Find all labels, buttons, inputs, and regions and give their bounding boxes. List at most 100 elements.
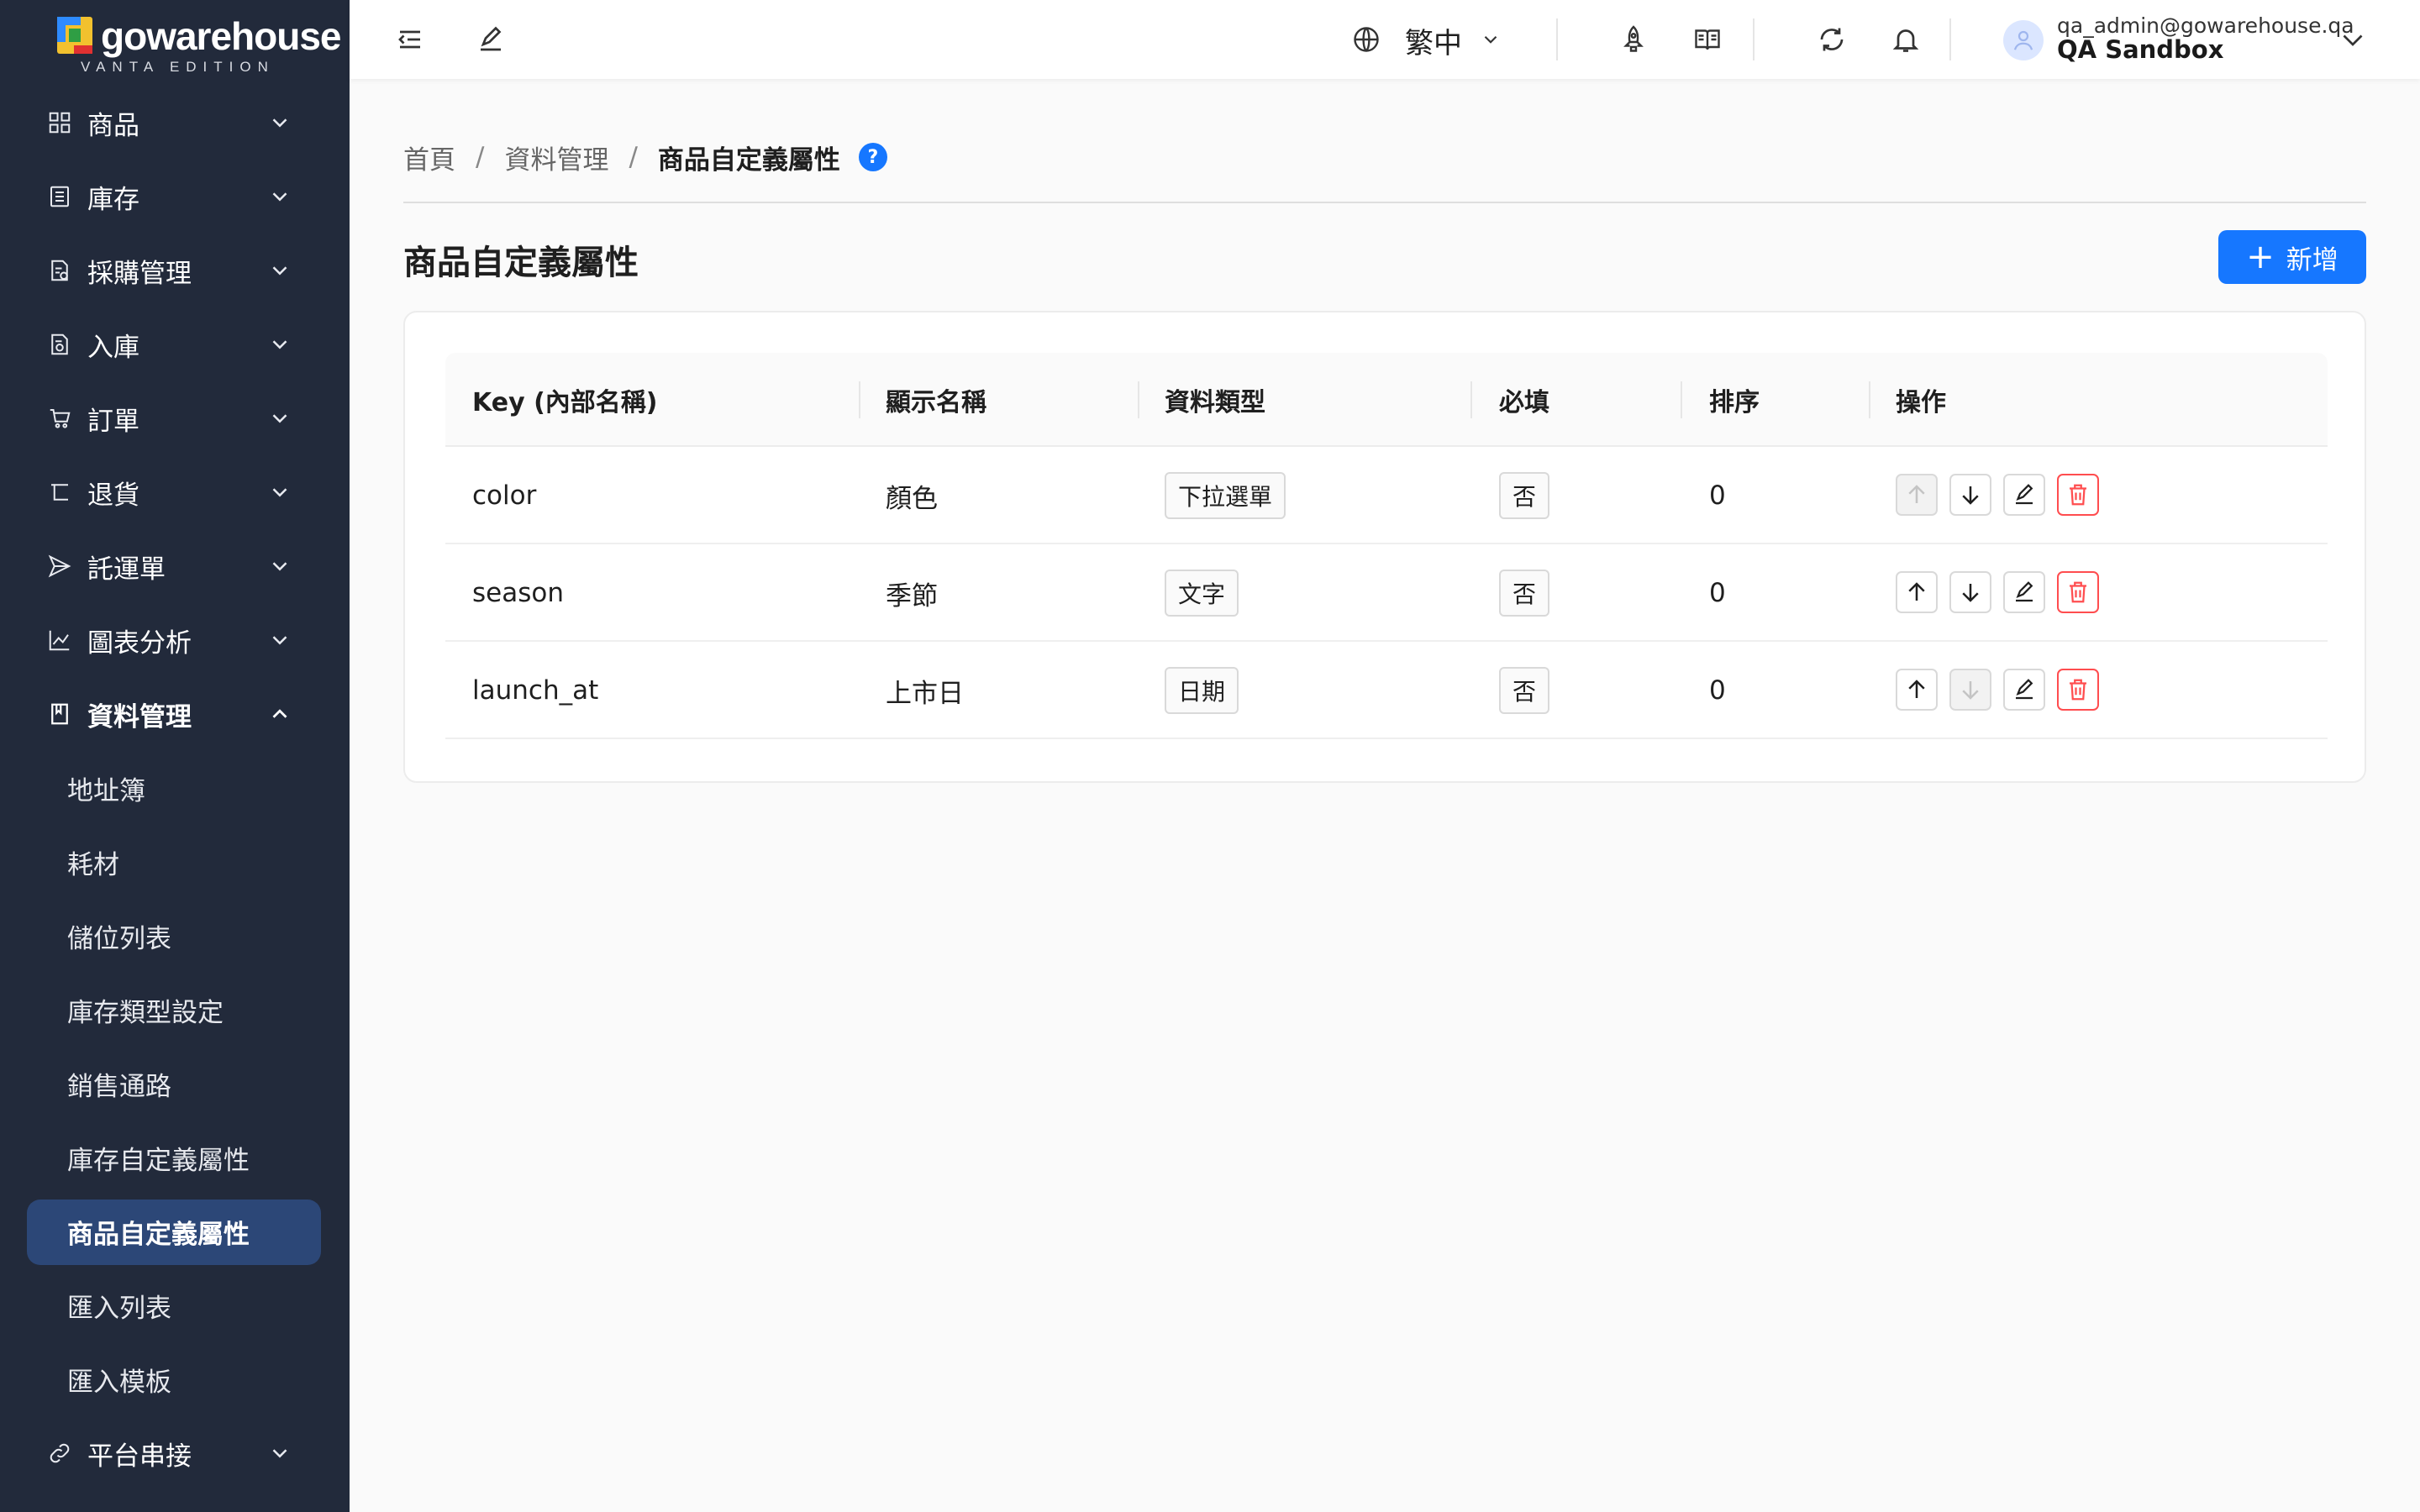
breadcrumb-separator: /: [476, 142, 485, 172]
edit-button[interactable]: [2003, 474, 2045, 516]
sidebar-item-integrations[interactable]: 平台串接: [0, 1416, 350, 1490]
sidebar-item-inventory[interactable]: 庫存: [0, 160, 350, 234]
language-selector[interactable]: 繁中: [1405, 20, 1462, 61]
column-header-required: 必填: [1499, 388, 1549, 417]
sidebar-item-products[interactable]: 商品: [0, 86, 350, 160]
delete-button[interactable]: [2057, 571, 2099, 613]
edit-button[interactable]: [2003, 669, 2045, 711]
row-actions: [1896, 474, 2111, 516]
edit-icon: [2016, 581, 2033, 602]
user-email: qa_admin@gowarehouse.qa: [2057, 13, 2354, 38]
breadcrumb-separator: /: [629, 142, 638, 172]
move-up-button[interactable]: [1896, 571, 1938, 613]
arrow-up-icon: [1908, 485, 1925, 503]
arrow-down-icon: [1962, 584, 1979, 602]
sidebar-sub-inventory-attributes[interactable]: 庫存自定義屬性: [0, 1121, 350, 1194]
table-row: color 顏色 下拉選單 否 0: [445, 447, 2328, 544]
chevron-down-icon: [272, 562, 287, 571]
sidebar-sub-label: 匯入列表: [67, 1293, 171, 1324]
sidebar-item-purchase[interactable]: 採購管理: [0, 234, 350, 307]
user-icon: [2013, 30, 2033, 50]
send-icon: [47, 554, 72, 579]
sidebar-item-inbound[interactable]: 入庫: [0, 307, 350, 381]
move-down-button[interactable]: [1949, 571, 1991, 613]
sidebar-sub-import-templates[interactable]: 匯入模板: [0, 1342, 350, 1416]
sidebar-sub-import-list[interactable]: 匯入列表: [0, 1268, 350, 1342]
sidebar-sub-sales-channels[interactable]: 銷售通路: [0, 1047, 350, 1121]
move-up-button[interactable]: [1896, 669, 1938, 711]
sidebar-item-label: 平台串接: [87, 1441, 192, 1472]
return-icon: [47, 480, 72, 505]
move-down-button[interactable]: [1949, 669, 1991, 711]
sidebar-sub-label: 儲位列表: [67, 923, 171, 954]
sidebar-sub-inventory-types[interactable]: 庫存類型設定: [0, 973, 350, 1047]
sidebar-item-orders[interactable]: 訂單: [0, 381, 350, 455]
column-divider: [1869, 381, 1870, 418]
cell-display-name: 季節: [886, 580, 938, 612]
page-title: 商品自定義屬性: [403, 244, 639, 282]
sidebar-sub-address-book[interactable]: 地址簿: [0, 751, 350, 825]
sidebar-sub-label: 庫存自定義屬性: [67, 1145, 250, 1176]
breadcrumb-home[interactable]: 首頁: [403, 139, 455, 176]
attributes-card: Key (內部名稱) 顯示名稱 資料類型 必填 排序 操作 color 顏色 下…: [403, 311, 2366, 783]
refresh-icon[interactable]: [1815, 23, 1849, 56]
app-root: gowarehouse VANTA EDITION 商品 庫存 採購管理 入庫 …: [0, 0, 2420, 1512]
divider: [403, 202, 2366, 203]
data-type-tag: 日期: [1165, 667, 1239, 714]
sidebar-item-label: 圖表分析: [87, 627, 192, 659]
sidebar-item-label: 商品: [87, 110, 139, 141]
column-divider: [859, 381, 860, 418]
sidebar-item-returns[interactable]: 退貨: [0, 455, 350, 529]
brand-logo[interactable]: gowarehouse VANTA EDITION: [57, 14, 342, 75]
chart-icon: [47, 627, 72, 653]
delete-button[interactable]: [2057, 669, 2099, 711]
arrow-down-icon: [1962, 486, 1979, 505]
sidebar-sub-label: 商品自定義屬性: [67, 1219, 250, 1250]
chevron-down-icon: [272, 1449, 287, 1458]
delete-button[interactable]: [2057, 474, 2099, 516]
column-header-data-type: 資料類型: [1165, 388, 1265, 417]
sidebar-sub-label: 地址簿: [67, 775, 145, 806]
chevron-down-icon[interactable]: [1477, 24, 1504, 55]
inventory-icon: [47, 184, 72, 209]
add-button[interactable]: + 新增: [2218, 230, 2366, 284]
sidebar-item-data-management[interactable]: 資料管理: [0, 677, 350, 751]
book-open-icon[interactable]: [1691, 23, 1724, 56]
sidebar: gowarehouse VANTA EDITION 商品 庫存 採購管理 入庫 …: [0, 0, 350, 1512]
help-icon[interactable]: ?: [858, 143, 887, 171]
arrow-down-icon: [1962, 681, 1979, 700]
breadcrumb-section[interactable]: 資料管理: [504, 139, 608, 176]
column-divider: [1681, 381, 1682, 418]
globe-icon[interactable]: [1349, 23, 1383, 56]
cell-key: launch_at: [472, 675, 599, 706]
book-icon: [47, 701, 72, 727]
chevron-down-icon[interactable]: [2336, 23, 2370, 56]
sidebar-sub-product-attributes[interactable]: 商品自定義屬性: [0, 1194, 350, 1268]
column-header-key: Key (內部名稱): [472, 388, 658, 417]
sidebar-item-shipping[interactable]: 託運單: [0, 529, 350, 603]
rocket-icon[interactable]: [1617, 23, 1650, 56]
sidebar-item-analytics[interactable]: 圖表分析: [0, 603, 350, 677]
sidebar-sub-label: 耗材: [67, 849, 119, 880]
move-up-button[interactable]: [1896, 474, 1938, 516]
chevron-down-icon: [272, 118, 287, 128]
cart-icon: [47, 406, 72, 431]
top-header: 繁中 qa_admin@gowarehouse.qa QA Sandbox: [350, 0, 2420, 79]
breadcrumb-current: 商品自定義屬性: [657, 144, 840, 176]
menu-fold-icon[interactable]: [393, 23, 427, 56]
column-header-display-name: 顯示名稱: [886, 388, 986, 417]
move-down-button[interactable]: [1949, 474, 1991, 516]
chevron-down-icon: [272, 340, 287, 349]
table-row: launch_at 上市日 日期 否 0: [445, 642, 2328, 739]
column-divider: [1470, 381, 1472, 418]
sidebar-sub-consumables[interactable]: 耗材: [0, 825, 350, 899]
bell-icon[interactable]: [1889, 23, 1923, 56]
edit-button[interactable]: [2003, 571, 2045, 613]
chevron-down-icon: [272, 414, 287, 423]
avatar[interactable]: [2003, 20, 2044, 60]
sidebar-sub-locations[interactable]: 儲位列表: [0, 899, 350, 973]
edit-icon[interactable]: [474, 23, 508, 56]
cell-order: 0: [1709, 675, 1726, 706]
purchase-icon: [47, 258, 72, 283]
sidebar-item-label: 資料管理: [87, 701, 192, 732]
